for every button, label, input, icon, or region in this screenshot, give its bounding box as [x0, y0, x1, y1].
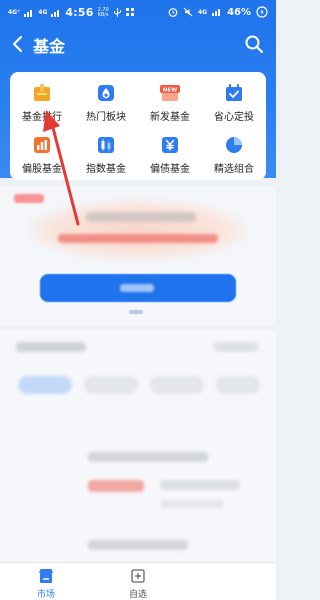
menu-item-label: 精选组合: [214, 164, 254, 175]
status-bar: 4G⁺ 4G 4:56 2.70 KB/s 4G 46%: [0, 0, 276, 26]
promo-tag: [14, 194, 44, 203]
menu-item-index-funds[interactable]: 指数基金: [74, 132, 138, 180]
mute-icon: [183, 7, 193, 17]
pie-chart-icon: [226, 137, 242, 153]
new-badge-icon: NEW: [160, 85, 180, 101]
search-icon[interactable]: [244, 34, 264, 54]
usb-icon: [113, 8, 121, 17]
signal-2-label: 4G: [38, 9, 48, 16]
bar-chart-icon: [34, 137, 50, 153]
calendar-check-icon: [226, 84, 242, 101]
menu-item-label: 偏债基金: [150, 164, 190, 175]
promo-text-placeholder: [86, 212, 196, 222]
quick-menu-card: 基金排行 热门板块 NEW 新发基金 省心定投 偏股基金 指数基金 偏债基金 精…: [10, 72, 266, 180]
candlestick-icon: [98, 137, 114, 153]
list-item-title-placeholder: [88, 452, 208, 462]
section-link-placeholder: [214, 342, 258, 352]
list-item-title-placeholder: [88, 540, 188, 550]
nav-bar: 基金: [0, 26, 276, 62]
battery-icon: [256, 6, 268, 18]
trophy-icon: [34, 84, 50, 101]
tab-watchlist[interactable]: 自选: [108, 567, 168, 600]
bond-yen-icon: [162, 137, 178, 153]
net-speed: 2.70 KB/s: [97, 7, 109, 18]
new-badge-text: NEW: [163, 88, 177, 94]
promo-button-label-placeholder: [120, 284, 154, 292]
menu-item-hot-sectors[interactable]: 热门板块: [74, 80, 138, 128]
promo-background: [28, 200, 248, 260]
filter-chip[interactable]: [150, 376, 204, 394]
promo-subtext-placeholder: [58, 234, 218, 243]
menu-item-label: 新发基金: [150, 112, 190, 123]
list-item-meta-placeholder: [160, 500, 224, 508]
menu-item-label: 热门板块: [86, 112, 126, 123]
tab-label: 市场: [36, 590, 55, 600]
signal-1-icon: [24, 9, 33, 17]
promo-button[interactable]: [40, 274, 236, 302]
clock: 4:56: [65, 6, 94, 19]
menu-item-new-funds[interactable]: NEW 新发基金: [138, 80, 202, 128]
fund-list-area: [0, 330, 276, 562]
menu-item-label: 省心定投: [214, 112, 254, 123]
menu-item-equity-funds[interactable]: 偏股基金: [10, 132, 74, 180]
bottom-tab-bar: 市场 自选: [0, 562, 276, 600]
back-arrow-icon[interactable]: [10, 34, 26, 54]
menu-item-label: 基金排行: [22, 112, 62, 123]
alarm-icon: [168, 8, 178, 17]
tab-market[interactable]: 市场: [16, 567, 76, 600]
list-item-value-placeholder: [88, 480, 144, 492]
filter-chip[interactable]: [216, 376, 260, 394]
menu-item-fund-ranking[interactable]: 基金排行: [10, 80, 74, 128]
menu-item-curated-portfolios[interactable]: 精选组合: [202, 132, 266, 180]
right-signal-label: 4G: [197, 8, 208, 16]
add-watchlist-icon: [131, 569, 145, 583]
flame-icon: [98, 85, 114, 101]
section-title-placeholder: [16, 342, 86, 352]
tab-label: 自选: [128, 590, 147, 600]
carousel-indicator: [129, 310, 143, 314]
filter-chip[interactable]: [84, 376, 138, 394]
menu-item-bond-funds[interactable]: 偏债基金: [138, 132, 202, 180]
signal-2-icon: [51, 9, 60, 17]
filter-chip[interactable]: [18, 376, 72, 394]
menu-item-label: 指数基金: [86, 164, 126, 175]
promo-banner[interactable]: [0, 186, 276, 326]
menu-item-easy-investment[interactable]: 省心定投: [202, 80, 266, 128]
grid-icon: [125, 8, 134, 16]
net-speed-unit: KB/s: [97, 11, 109, 18]
signal-1-label: 4G⁺: [8, 9, 21, 16]
signal-3-icon: [212, 9, 221, 16]
battery-percent: 46%: [227, 6, 251, 18]
page-title: 基金: [33, 37, 66, 56]
market-icon: [39, 569, 53, 583]
menu-item-label: 偏股基金: [22, 164, 62, 175]
list-item-meta-placeholder: [160, 480, 240, 490]
